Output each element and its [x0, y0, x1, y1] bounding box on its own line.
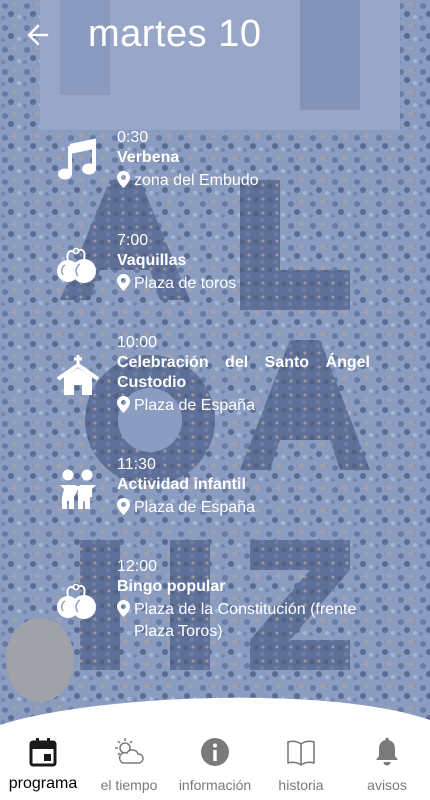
tab-programa[interactable]: programa: [0, 728, 86, 800]
tab-historia[interactable]: historia: [258, 728, 344, 800]
tab-label: historia: [278, 777, 324, 793]
page-title: martes 10: [88, 13, 262, 55]
event-name: Actividad infantil: [117, 476, 246, 493]
bottom-nav: programa el tiempo información historia …: [0, 728, 430, 800]
back-arrow-icon[interactable]: [22, 18, 56, 52]
info-icon: [201, 738, 229, 766]
event-place: Plaza de España: [134, 397, 255, 414]
tab-label: programa: [8, 775, 78, 792]
event-time: 0:30: [117, 129, 149, 146]
bell-icon: [376, 737, 398, 766]
location-pin-icon: [117, 600, 130, 617]
castanets-icon: [57, 247, 96, 283]
header: martes 10: [0, 0, 430, 72]
event-name: Celebración del Santo Ángel Custodio: [117, 354, 370, 391]
tab-avisos[interactable]: avisos: [344, 728, 430, 800]
event-place: Plaza de España: [134, 499, 255, 516]
event-place: zona del Embudo: [134, 172, 259, 189]
event-time: 12:00: [117, 558, 158, 575]
calendar-icon: [29, 738, 57, 767]
event-name: Verbena: [117, 149, 180, 166]
tab-label: avisos: [367, 777, 407, 793]
tab-label: el tiempo: [100, 777, 158, 793]
event-place: Plaza de la Constitución (frente Plaza T…: [134, 601, 357, 640]
location-pin-icon: [117, 171, 130, 188]
children-icon: [60, 469, 96, 509]
castanets-icon: [57, 583, 96, 619]
weather-icon: [115, 738, 144, 764]
event-name: Vaquillas: [117, 252, 187, 269]
location-pin-icon: [117, 396, 130, 413]
music-note-icon: [58, 138, 96, 180]
app-screen: martes 10 0:30 Verbena zona del Embudo 7…: [0, 0, 430, 800]
location-pin-icon: [117, 498, 130, 515]
book-icon: [287, 740, 315, 766]
event-time: 10:00: [117, 334, 158, 351]
tab-informacion[interactable]: información: [172, 728, 258, 800]
location-pin-icon: [117, 274, 130, 291]
event-time: 7:00: [117, 232, 149, 249]
tab-label: información: [178, 777, 252, 793]
event-place: Plaza de toros: [134, 275, 237, 292]
tab-el-tiempo[interactable]: el tiempo: [86, 728, 172, 800]
church-icon: [56, 355, 100, 395]
event-time: 11:30: [117, 456, 156, 473]
event-name: Bingo popular: [117, 578, 226, 595]
